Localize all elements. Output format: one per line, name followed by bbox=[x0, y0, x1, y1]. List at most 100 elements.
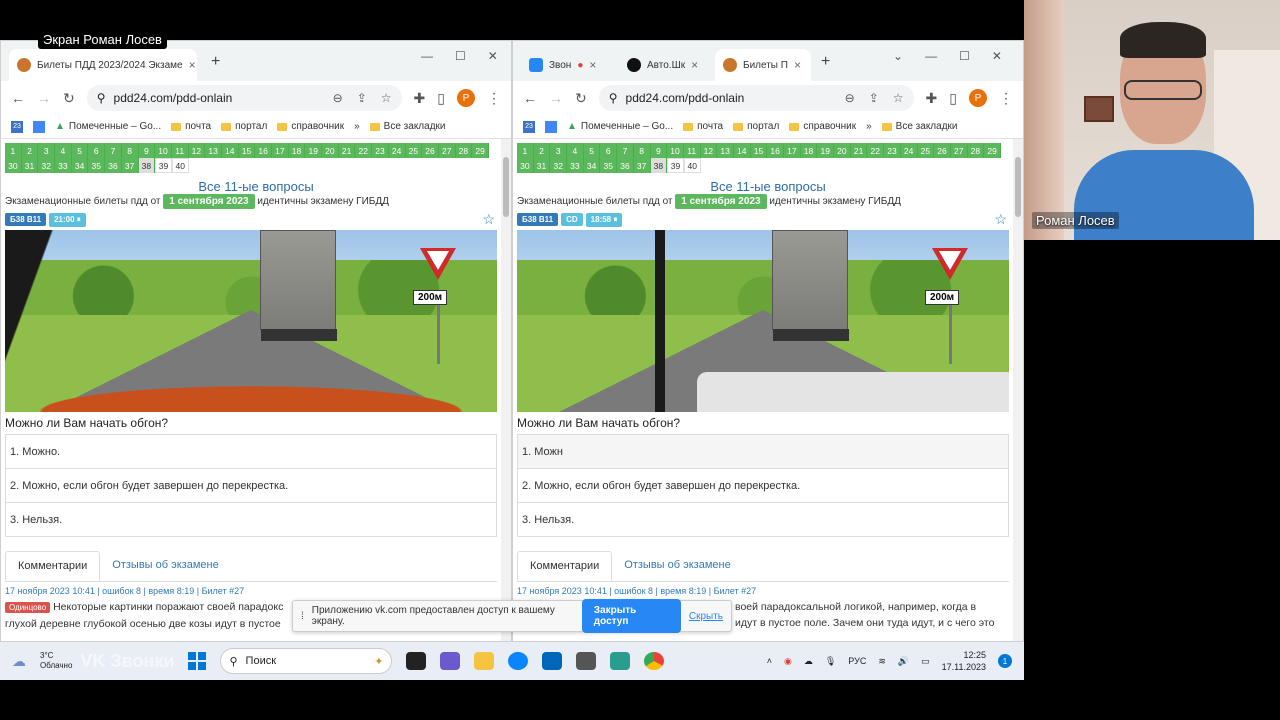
question-number-20[interactable]: 20 bbox=[322, 143, 339, 158]
language-indicator[interactable]: РУС bbox=[848, 656, 866, 666]
scrollbar[interactable] bbox=[501, 139, 511, 641]
question-number-38[interactable]: 38 bbox=[138, 158, 156, 173]
clock[interactable]: 12:25 17.11.2023 bbox=[942, 649, 986, 673]
microphone-icon[interactable]: 🎙 bbox=[825, 656, 836, 667]
question-number-3[interactable]: 3 bbox=[38, 143, 56, 158]
question-number-7[interactable]: 7 bbox=[105, 143, 122, 158]
sidepanel-icon[interactable]: ▯ bbox=[949, 90, 957, 107]
answer-option-2[interactable]: 2. Можно, если обгон будет завершен до п… bbox=[5, 469, 497, 503]
profile-avatar[interactable]: P bbox=[457, 89, 475, 107]
question-number-4[interactable]: 4 bbox=[55, 143, 72, 158]
forward-icon[interactable]: → bbox=[37, 90, 51, 106]
tab-autoschool[interactable]: Авто.Шк × bbox=[619, 49, 715, 81]
question-number-30[interactable]: 30 bbox=[517, 158, 534, 173]
question-number-26[interactable]: 26 bbox=[422, 143, 439, 158]
weather-icon[interactable]: ☁ bbox=[12, 653, 26, 670]
question-number-22[interactable]: 22 bbox=[355, 143, 373, 158]
close-icon[interactable]: × bbox=[691, 58, 698, 72]
question-number-23[interactable]: 23 bbox=[372, 143, 389, 158]
question-number-34[interactable]: 34 bbox=[71, 158, 89, 173]
maximize-icon[interactable]: ☐ bbox=[959, 49, 970, 63]
question-number-17[interactable]: 17 bbox=[272, 143, 289, 158]
tab-reviews[interactable]: Отзывы об экзамене bbox=[100, 551, 230, 581]
tab-pdd[interactable]: Билеты ПДД 2023/2024 Экзаме × bbox=[9, 49, 197, 81]
question-number-39[interactable]: 39 bbox=[155, 158, 172, 173]
question-number-32[interactable]: 32 bbox=[550, 158, 568, 173]
question-number-27[interactable]: 27 bbox=[438, 143, 456, 158]
hide-link[interactable]: Скрыть bbox=[689, 611, 723, 622]
maximize-icon[interactable]: ☐ bbox=[455, 49, 466, 63]
calendar-bookmark-icon[interactable]: 23 bbox=[523, 120, 535, 133]
question-number-40[interactable]: 40 bbox=[683, 158, 701, 173]
extensions-icon[interactable]: ✚ bbox=[414, 90, 426, 107]
answer-option-2[interactable]: 2. Можно, если обгон будет завершен до п… bbox=[517, 469, 1009, 503]
question-number-1[interactable]: 1 bbox=[517, 143, 534, 158]
question-number-6[interactable]: 6 bbox=[600, 143, 618, 158]
question-number-33[interactable]: 33 bbox=[55, 158, 72, 173]
question-number-27[interactable]: 27 bbox=[950, 143, 968, 158]
question-number-18[interactable]: 18 bbox=[288, 143, 306, 158]
question-number-11[interactable]: 11 bbox=[171, 143, 189, 158]
bookmark-reference[interactable]: справочник bbox=[789, 121, 856, 132]
question-number-14[interactable]: 14 bbox=[221, 143, 239, 158]
menu-icon[interactable]: ⋮ bbox=[487, 90, 501, 107]
bookmark-mail[interactable]: почта bbox=[171, 121, 211, 132]
new-tab-icon[interactable]: + bbox=[821, 53, 830, 71]
bookmark-star-icon[interactable]: ☆ bbox=[893, 91, 904, 105]
question-number-8[interactable]: 8 bbox=[121, 143, 139, 158]
forward-icon[interactable]: → bbox=[549, 90, 563, 106]
recording-tray-icon[interactable]: ◉ bbox=[784, 656, 792, 667]
question-number-24[interactable]: 24 bbox=[388, 143, 406, 158]
minimize-icon[interactable]: — bbox=[421, 49, 433, 63]
battery-icon[interactable]: ▭ bbox=[921, 656, 930, 667]
task-view-icon[interactable] bbox=[406, 652, 427, 670]
question-number-23[interactable]: 23 bbox=[884, 143, 901, 158]
question-number-29[interactable]: 29 bbox=[472, 143, 489, 158]
question-number-22[interactable]: 22 bbox=[867, 143, 885, 158]
site-info-icon[interactable]: ⚲ bbox=[97, 91, 106, 105]
profile-avatar[interactable]: P bbox=[969, 89, 987, 107]
taskbar-search[interactable]: ⚲ Поиск ✦ bbox=[220, 648, 393, 674]
tab-comments[interactable]: Комментарии bbox=[5, 551, 101, 581]
question-number-12[interactable]: 12 bbox=[188, 143, 206, 158]
question-number-9[interactable]: 9 bbox=[650, 143, 668, 158]
question-number-35[interactable]: 35 bbox=[600, 158, 618, 173]
weather-widget[interactable]: 3°C Облачно bbox=[40, 651, 72, 671]
question-number-19[interactable]: 19 bbox=[817, 143, 835, 158]
question-number-4[interactable]: 4 bbox=[567, 143, 584, 158]
question-number-38[interactable]: 38 bbox=[650, 158, 668, 173]
bookmark-starred[interactable]: ▲ Помеченные – Go... bbox=[55, 121, 161, 132]
question-number-2[interactable]: 2 bbox=[21, 143, 39, 158]
question-number-25[interactable]: 25 bbox=[405, 143, 423, 158]
sidepanel-icon[interactable]: ▯ bbox=[437, 90, 445, 107]
question-number-5[interactable]: 5 bbox=[583, 143, 601, 158]
minimize-icon[interactable]: — bbox=[925, 49, 937, 63]
question-number-14[interactable]: 14 bbox=[733, 143, 751, 158]
bookmark-portal[interactable]: портал bbox=[733, 121, 779, 132]
extensions-icon[interactable]: ✚ bbox=[926, 90, 938, 107]
store-icon[interactable] bbox=[542, 652, 563, 670]
tab-search-icon[interactable]: ⌄ bbox=[893, 49, 903, 63]
question-number-21[interactable]: 21 bbox=[850, 143, 868, 158]
notepad-icon[interactable] bbox=[610, 652, 631, 670]
question-number-10[interactable]: 10 bbox=[155, 143, 172, 158]
tab-vk-calls[interactable]: Звон ● × bbox=[521, 49, 617, 81]
question-number-30[interactable]: 30 bbox=[5, 158, 22, 173]
bookmark-portal[interactable]: портал bbox=[221, 121, 267, 132]
question-number-11[interactable]: 11 bbox=[683, 143, 701, 158]
zoom-icon[interactable]: ⊖ bbox=[845, 91, 855, 105]
start-icon[interactable] bbox=[188, 652, 207, 670]
question-number-31[interactable]: 31 bbox=[21, 158, 39, 173]
calendar-bookmark-icon[interactable]: 23 bbox=[11, 120, 23, 133]
close-window-icon[interactable]: ✕ bbox=[992, 49, 1002, 63]
timer-badge[interactable]: 21:00 ⏸ bbox=[49, 212, 86, 227]
stop-sharing-button[interactable]: Закрыть доступ bbox=[581, 599, 681, 633]
question-number-18[interactable]: 18 bbox=[800, 143, 818, 158]
question-number-8[interactable]: 8 bbox=[633, 143, 651, 158]
explorer-icon[interactable] bbox=[474, 652, 495, 670]
close-icon[interactable]: × bbox=[589, 58, 596, 72]
answer-option-3[interactable]: 3. Нельзя. bbox=[5, 503, 497, 537]
question-number-29[interactable]: 29 bbox=[984, 143, 1001, 158]
reload-icon[interactable]: ↻ bbox=[63, 90, 75, 107]
question-number-1[interactable]: 1 bbox=[5, 143, 22, 158]
